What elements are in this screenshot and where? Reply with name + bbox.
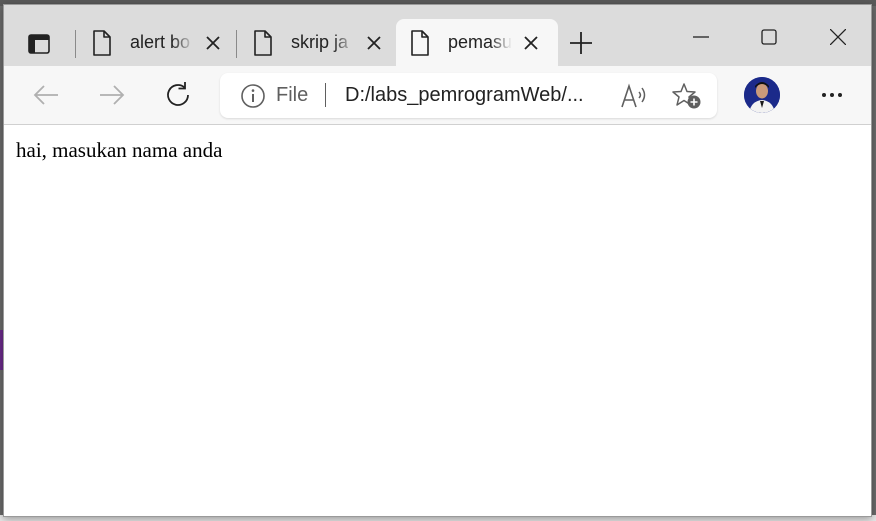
new-tab-button[interactable] — [567, 29, 595, 57]
tab-skrip-javascript[interactable]: skrip ja — [239, 19, 395, 66]
more-icon — [822, 93, 842, 97]
tab-title: pemasu — [448, 32, 512, 52]
maximize-button[interactable] — [746, 19, 792, 55]
more-menu-button[interactable] — [814, 77, 850, 113]
add-favorite-icon[interactable] — [672, 82, 702, 110]
forward-button[interactable] — [94, 77, 130, 113]
profile-avatar[interactable] — [744, 77, 780, 113]
close-icon — [206, 35, 220, 50]
address-url[interactable]: D:/labs_pemrogramWeb/... — [345, 84, 584, 107]
read-aloud-icon[interactable] — [620, 83, 648, 109]
page-message: hai, masukan nama anda — [16, 138, 223, 162]
back-button[interactable] — [28, 77, 64, 113]
tab-pemasukan[interactable]: pemasu — [396, 19, 558, 66]
address-divider — [325, 83, 326, 107]
tab-separator — [236, 30, 237, 58]
tab-actions-button[interactable] — [18, 29, 60, 59]
page-content: hai, masukan nama anda — [4, 125, 871, 516]
browser-window: alert bo skrip ja pemasu File D:/labs_pe… — [3, 4, 872, 517]
refresh-button[interactable] — [160, 77, 196, 113]
refresh-icon — [167, 82, 189, 106]
document-icon — [254, 29, 272, 56]
tab-alert-box[interactable]: alert bo — [78, 19, 234, 66]
close-window-button[interactable] — [815, 19, 861, 55]
plus-icon — [570, 32, 592, 54]
browser-toolbar: File D:/labs_pemrogramWeb/... — [4, 66, 871, 125]
tab-title: skrip ja — [291, 32, 349, 52]
tab-strip: alert bo skrip ja pemasu — [4, 5, 871, 66]
tab-close-button[interactable] — [204, 34, 222, 52]
document-icon — [93, 29, 111, 56]
tab-close-button[interactable] — [522, 34, 540, 52]
close-icon — [524, 35, 538, 50]
close-icon — [830, 29, 846, 45]
tab-close-button[interactable] — [365, 34, 383, 52]
tab-title: alert bo — [130, 32, 191, 52]
forward-arrow-icon — [100, 85, 125, 105]
document-icon — [411, 29, 429, 56]
back-arrow-icon — [33, 85, 58, 105]
maximize-icon — [761, 29, 777, 45]
address-bar[interactable]: File D:/labs_pemrogramWeb/... — [220, 73, 717, 118]
profile-photo — [744, 77, 780, 113]
info-icon[interactable] — [241, 84, 265, 108]
tab-actions-icon — [28, 34, 50, 54]
minimize-button[interactable] — [678, 19, 724, 55]
address-scheme-label: File — [276, 84, 309, 106]
minimize-icon — [693, 36, 709, 38]
tab-separator — [75, 30, 76, 58]
close-icon — [367, 35, 381, 50]
